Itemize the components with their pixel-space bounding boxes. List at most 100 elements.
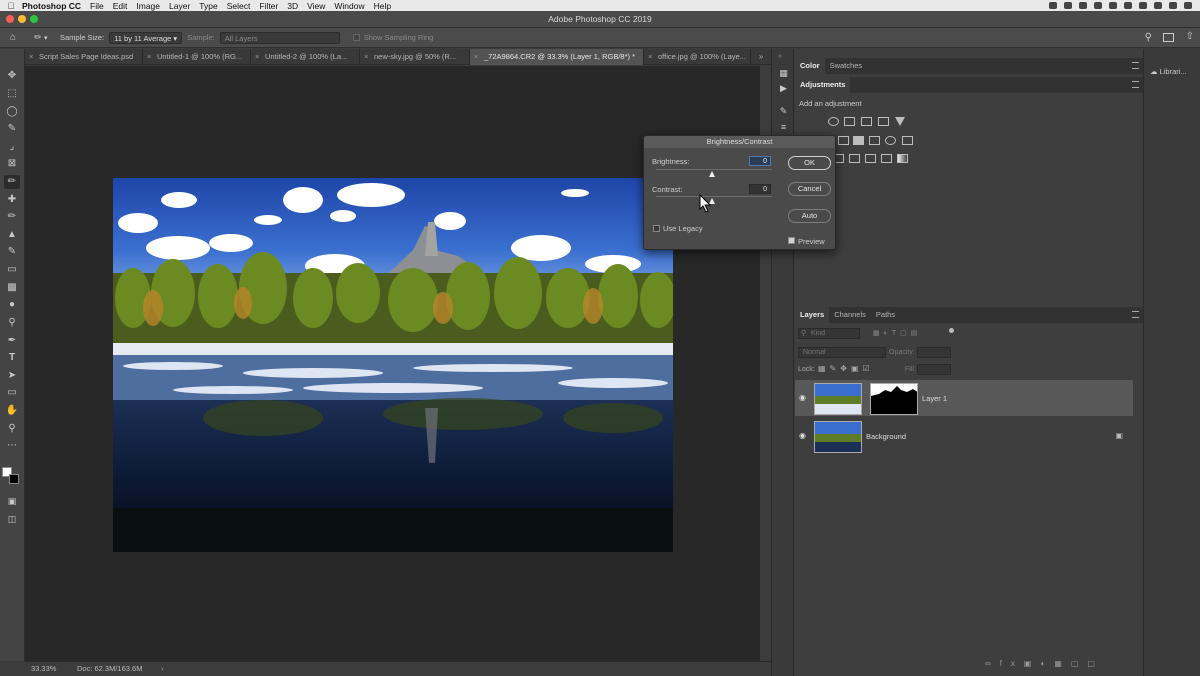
pen-tool-icon[interactable]: ✒ <box>4 334 20 348</box>
photo-filter-icon[interactable] <box>885 136 896 145</box>
dodge-tool-icon[interactable]: ⚲ <box>4 316 20 330</box>
fill-field[interactable] <box>917 364 951 375</box>
zoom-level[interactable]: 33.33% <box>31 662 56 676</box>
use-legacy-checkbox[interactable] <box>653 225 660 232</box>
libraries-button[interactable]: ☁ Librari... <box>1150 67 1187 76</box>
volume-icon[interactable] <box>1154 2 1162 9</box>
filter-toggle-icon[interactable] <box>949 328 954 333</box>
color-balance-icon[interactable] <box>853 136 864 145</box>
layer-name[interactable]: Background <box>866 432 906 441</box>
tab-untitled-1[interactable]: × Untitled-1 @ 100% (RG... <box>143 49 251 65</box>
brush-tool-icon[interactable]: ✏ <box>4 210 20 224</box>
collapse-arrows-icon[interactable]: « <box>778 53 782 60</box>
tab-layers[interactable]: Layers <box>795 307 830 323</box>
layer-row-background[interactable]: ◉ Background ▣ <box>795 418 1133 454</box>
search-icon[interactable]: ⚲ <box>1145 32 1152 43</box>
curves-icon[interactable] <box>861 117 872 126</box>
tab-paths[interactable]: Paths <box>871 307 900 323</box>
history-icon[interactable]: ▦ <box>777 67 790 79</box>
close-window-button[interactable] <box>6 15 14 23</box>
path-select-tool-icon[interactable]: ➤ <box>4 369 20 383</box>
quick-mask-icon[interactable]: ▣ <box>4 494 20 508</box>
tab-color[interactable]: Color <box>795 58 825 74</box>
status-icon[interactable] <box>1049 2 1057 9</box>
show-sampling-ring-checkbox[interactable] <box>352 34 360 41</box>
tab-new-sky[interactable]: × new-sky.jpg @ 50% (R... <box>360 49 470 65</box>
exposure-icon[interactable] <box>878 117 889 126</box>
rectangle-tool-icon[interactable]: ▭ <box>4 386 20 400</box>
brightness-contrast-icon[interactable] <box>828 117 839 126</box>
menu-file[interactable]: File <box>90 1 104 11</box>
app-menu[interactable]: Photoshop CC <box>22 1 81 11</box>
hand-tool-icon[interactable]: ✋ <box>4 404 20 418</box>
airplay-icon[interactable] <box>1139 2 1147 9</box>
menu-list-icon[interactable] <box>1184 2 1192 9</box>
levels-icon[interactable] <box>844 117 855 126</box>
panel-menu-icon[interactable] <box>1132 311 1139 318</box>
menu-help[interactable]: Help <box>374 1 391 11</box>
background-color-swatch[interactable] <box>9 474 19 484</box>
wifi-icon[interactable] <box>1124 2 1132 9</box>
threshold-icon[interactable] <box>865 154 876 163</box>
layer-filter-icons[interactable]: ▦◐T▢▤ <box>873 329 921 337</box>
panel-menu-icon[interactable] <box>1132 81 1139 88</box>
menu-layer[interactable]: Layer <box>169 1 190 11</box>
menu-type[interactable]: Type <box>199 1 217 11</box>
ok-button[interactable]: OK <box>788 156 831 170</box>
menu-filter[interactable]: Filter <box>259 1 278 11</box>
search-icon[interactable] <box>1169 2 1177 9</box>
preview-checkbox[interactable] <box>788 237 795 244</box>
brightness-slider-thumb[interactable] <box>709 171 715 177</box>
close-tab-icon[interactable]: × <box>364 49 368 65</box>
eyedropper-preset-icon[interactable]: ✏ <box>32 32 44 43</box>
brush-settings-icon[interactable]: ✎ <box>777 105 790 117</box>
selective-color-icon[interactable] <box>881 154 892 163</box>
menu-window[interactable]: Window <box>334 1 364 11</box>
layer-mask-thumbnail[interactable] <box>870 383 918 415</box>
layer-name[interactable]: Layer 1 <box>922 394 947 403</box>
workspace-icon[interactable] <box>1163 33 1174 42</box>
eye-icon[interactable]: ◉ <box>799 393 806 402</box>
tab-office[interactable]: × office.jpg @ 100% (Laye... <box>644 49 751 65</box>
quick-select-tool-icon[interactable]: ✎ <box>4 122 20 136</box>
lock-icons[interactable]: ▦✎✥▣☑ <box>818 364 874 373</box>
layer-row-layer1[interactable]: ◉ Layer 1 <box>795 380 1133 416</box>
hue-saturation-icon[interactable] <box>838 136 849 145</box>
contrast-slider-track[interactable] <box>656 196 772 197</box>
gradient-map-icon[interactable] <box>897 154 908 163</box>
tab-swatches[interactable]: Swatches <box>825 58 868 74</box>
share-icon[interactable]: ⇧ <box>1186 31 1194 42</box>
close-tab-icon[interactable]: × <box>255 49 259 65</box>
blur-tool-icon[interactable]: ● <box>4 298 20 312</box>
blend-mode-select[interactable]: Normal <box>798 347 886 358</box>
minimize-window-button[interactable] <box>18 15 26 23</box>
auto-button[interactable]: Auto <box>788 209 831 223</box>
sample-size-select[interactable]: 11 by 11 Average ▾ <box>109 31 183 44</box>
screen-mode-icon[interactable]: ◫ <box>4 512 20 526</box>
menu-3d[interactable]: 3D <box>287 1 298 11</box>
actions-play-icon[interactable]: ▶ <box>777 82 790 94</box>
eye-icon[interactable]: ◉ <box>799 431 806 440</box>
gradient-tool-icon[interactable]: ▩ <box>4 281 20 295</box>
history-brush-tool-icon[interactable]: ✎ <box>4 245 20 259</box>
brightness-slider-track[interactable] <box>656 169 772 170</box>
panel-menu-icon[interactable] <box>1132 62 1139 69</box>
posterize-icon[interactable] <box>849 154 860 163</box>
vibrance-icon[interactable] <box>895 117 905 126</box>
sample-select[interactable]: All Layers <box>219 31 340 44</box>
zoom-window-button[interactable] <box>30 15 38 23</box>
black-white-icon[interactable] <box>869 136 880 145</box>
landscape-photo[interactable] <box>113 178 673 552</box>
clone-stamp-tool-icon[interactable]: ▲ <box>4 228 20 242</box>
type-tool-icon[interactable]: T <box>4 351 20 365</box>
marquee-tool-icon[interactable]: ⬚ <box>4 87 20 101</box>
tab-untitled-2[interactable]: × Untitled-2 @ 100% (La... <box>251 49 360 65</box>
eraser-tool-icon[interactable]: ▭ <box>4 263 20 277</box>
apple-icon[interactable]:  <box>0 1 22 11</box>
tab-adjustments[interactable]: Adjustments <box>795 77 851 93</box>
healing-brush-tool-icon[interactable]: ✚ <box>4 193 20 207</box>
brightness-input[interactable]: 0 <box>749 156 771 166</box>
status-icon[interactable] <box>1094 2 1102 9</box>
frame-tool-icon[interactable]: ⊠ <box>4 157 20 171</box>
properties-sliders-icon[interactable]: ≡ <box>777 121 790 133</box>
